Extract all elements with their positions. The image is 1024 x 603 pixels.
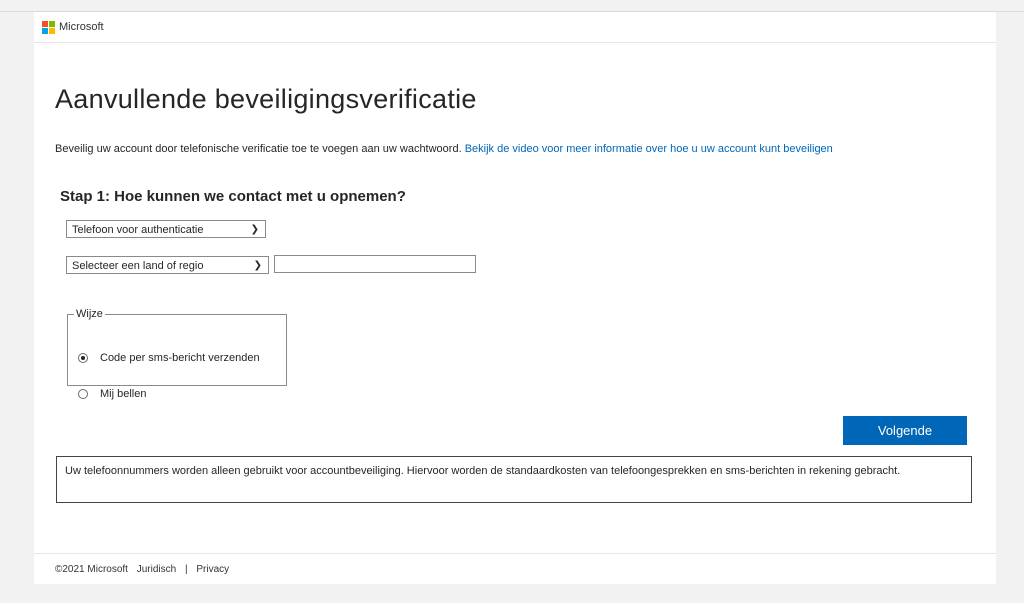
radio-label-call: Mij bellen (100, 388, 147, 400)
page-title: Aanvullende beveiligingsverificatie (55, 84, 477, 114)
copyright-text: ©2021 Microsoft (55, 564, 128, 575)
chevron-down-icon: ❯ (250, 224, 259, 235)
method-fieldset: Wijze Code per sms-bericht verzenden Mij… (67, 308, 287, 400)
intro-text: Beveilig uw account door telefonische ve… (55, 143, 833, 155)
main-card: Microsoft Aanvullende beveiligingsverifi… (34, 12, 996, 584)
radio-option-sms[interactable]: Code per sms-bericht verzenden (78, 352, 260, 364)
phone-number-input[interactable] (274, 255, 476, 273)
intro-description: Beveilig uw account door telefonische ve… (55, 143, 462, 155)
footer-separator: | (185, 564, 188, 575)
country-select[interactable]: Selecteer een land of regio ❯ (66, 256, 269, 274)
microsoft-logo-icon (42, 20, 55, 34)
brand-name: Microsoft (59, 21, 104, 33)
next-button[interactable]: Volgende (843, 416, 967, 445)
radio-button-checked[interactable] (78, 353, 88, 363)
privacy-link[interactable]: Privacy (196, 564, 229, 575)
video-info-link[interactable]: Bekijk de video voor meer informatie ove… (465, 143, 833, 155)
top-strip (0, 0, 1024, 12)
radio-button-unchecked[interactable] (78, 389, 88, 399)
footer-divider (34, 553, 996, 554)
contact-method-select[interactable]: Telefoon voor authenticatie ❯ (66, 220, 266, 238)
legal-link[interactable]: Juridisch (137, 564, 176, 575)
contact-method-value: Telefoon voor authenticatie (72, 224, 204, 236)
step1-heading: Stap 1: Hoe kunnen we contact met u opne… (60, 188, 406, 205)
header: Microsoft (34, 12, 996, 43)
method-legend: Wijze (76, 308, 103, 320)
radio-option-call[interactable]: Mij bellen (78, 388, 146, 400)
country-select-value: Selecteer een land of regio (72, 260, 204, 272)
radio-label-sms: Code per sms-bericht verzenden (100, 352, 260, 364)
chevron-down-icon: ❯ (253, 260, 262, 271)
privacy-notice: Uw telefoonnummers worden alleen gebruik… (56, 456, 972, 503)
footer: ©2021 Microsoft Juridisch | Privacy (55, 564, 235, 575)
